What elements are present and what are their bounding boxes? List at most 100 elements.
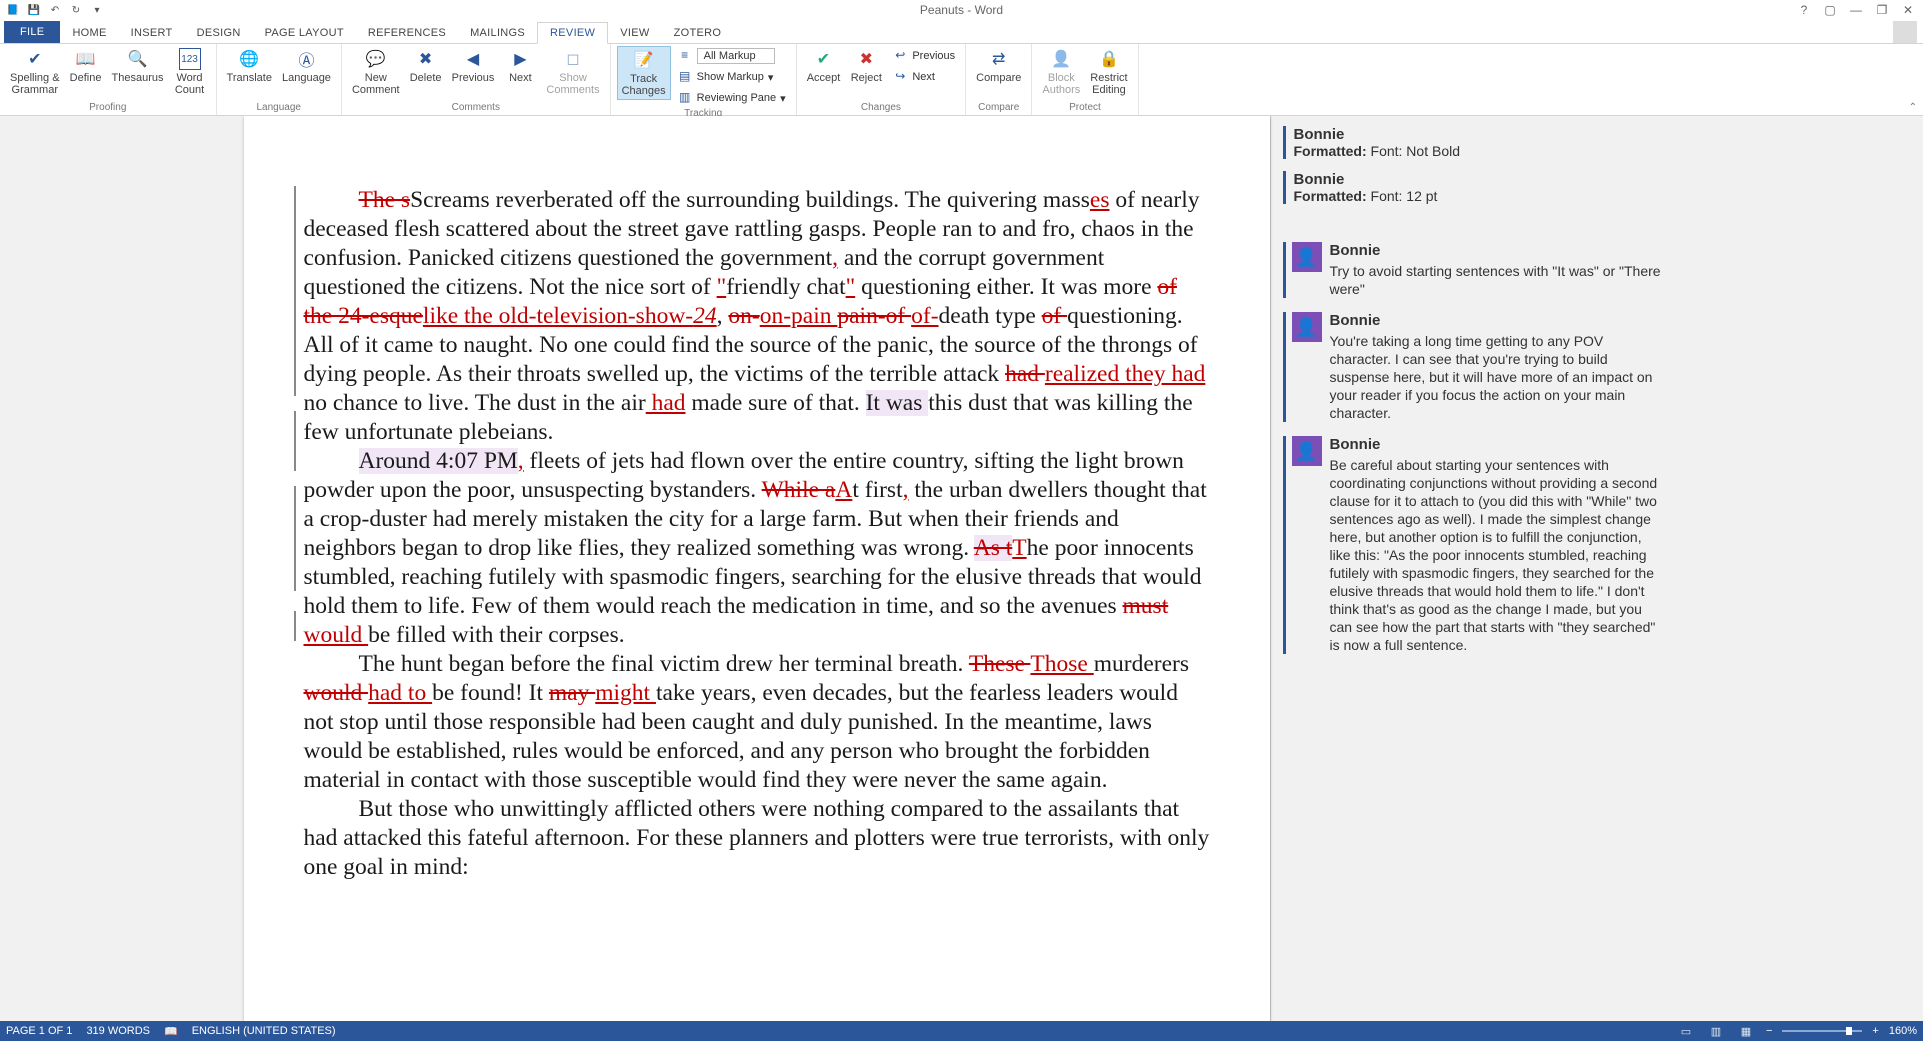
group-proofing: ✔ Spelling & Grammar 📖 Define 🔍 Thesauru… [0, 44, 217, 115]
zoom-in-button[interactable]: + [1872, 1025, 1878, 1037]
define-button[interactable]: 📖 Define [66, 46, 106, 86]
status-bar: PAGE 1 OF 1 319 WORDS 📖 ENGLISH (UNITED … [0, 1021, 1923, 1041]
next-change-button[interactable]: ↪Next [888, 67, 959, 87]
user-avatar[interactable] [1893, 21, 1917, 43]
ribbon-tabs: FILE HOME INSERT DESIGN PAGE LAYOUT REFE… [0, 20, 1923, 44]
format-change[interactable]: Bonnie Formatted: Font: 12 pt [1283, 171, 1664, 204]
tab-home[interactable]: HOME [60, 23, 118, 43]
tab-insert[interactable]: INSERT [119, 23, 185, 43]
lock-icon: 🔒 [1098, 48, 1120, 70]
group-language: 🌐 Translate Ⓐ Language Language [217, 44, 342, 115]
translate-icon: 🌐 [238, 48, 260, 70]
show-markup-button[interactable]: ▤Show Markup ▾ [673, 67, 790, 87]
previous-comment-button[interactable]: ◀ Previous [448, 46, 499, 86]
tab-view[interactable]: VIEW [608, 23, 661, 43]
delete-comment-button[interactable]: ✖ Delete [406, 46, 446, 86]
book-icon: 📖 [75, 48, 97, 70]
page-count[interactable]: PAGE 1 OF 1 [6, 1025, 72, 1037]
markup-select[interactable]: ≡All Markup [673, 46, 790, 66]
change-bar [294, 611, 296, 641]
tab-file[interactable]: FILE [4, 21, 60, 43]
avatar-icon: 👤 [1292, 312, 1322, 342]
tab-review[interactable]: REVIEW [537, 22, 608, 44]
group-changes: ✔ Accept ✖ Reject ↩Previous ↪Next Change… [797, 44, 966, 115]
next-icon: ▶ [509, 48, 531, 70]
web-layout-button[interactable]: ▦ [1736, 1023, 1756, 1039]
redo-button[interactable]: ↻ [67, 1, 85, 19]
reject-button[interactable]: ✖ Reject [846, 46, 886, 86]
prev-icon: ◀ [462, 48, 484, 70]
zoom-slider[interactable] [1782, 1030, 1862, 1032]
block-authors-button[interactable]: 👤 Block Authors [1038, 46, 1084, 98]
thesaurus-button[interactable]: 🔍 Thesaurus [108, 46, 168, 86]
word-count-button[interactable]: 123 Word Count [170, 46, 210, 98]
zoom-level[interactable]: 160% [1889, 1025, 1917, 1037]
close-button[interactable]: ✕ [1899, 1, 1917, 19]
tab-mailings[interactable]: MAILINGS [458, 23, 537, 43]
show-icon: ◻ [562, 48, 584, 70]
undo-button[interactable]: ↶ [46, 1, 64, 19]
next-change-icon: ↪ [892, 68, 908, 84]
new-comment-button[interactable]: 💬 New Comment [348, 46, 404, 98]
compare-icon: ⇄ [988, 48, 1010, 70]
ribbon-display-button[interactable]: ▢ [1821, 1, 1839, 19]
next-comment-button[interactable]: ▶ Next [500, 46, 540, 86]
check-icon: ✔ [24, 48, 46, 70]
pane-icon: ▥ [677, 89, 693, 105]
restore-button[interactable]: ❐ [1873, 1, 1891, 19]
tab-references[interactable]: REFERENCES [356, 23, 458, 43]
change-bar [294, 486, 296, 591]
markup-pane: Bonnie Formatted: Font: Not Bold Bonnie … [1270, 116, 1680, 1021]
change-bar [294, 186, 296, 396]
avatar-icon: 👤 [1292, 436, 1322, 466]
zoom-thumb[interactable] [1846, 1027, 1852, 1035]
prev-change-button[interactable]: ↩Previous [888, 46, 959, 66]
block-icon: 👤 [1050, 48, 1072, 70]
proof-icon[interactable]: 📖 [164, 1025, 178, 1038]
restrict-editing-button[interactable]: 🔒 Restrict Editing [1086, 46, 1131, 98]
group-protect: 👤 Block Authors 🔒 Restrict Editing Prote… [1032, 44, 1138, 115]
comment[interactable]: 👤 BonnieTry to avoid starting sentences … [1283, 242, 1664, 298]
document-page[interactable]: The sScreams reverberated off the surrou… [244, 116, 1270, 1021]
save-button[interactable]: 💾 [25, 1, 43, 19]
prev-change-icon: ↩ [892, 47, 908, 63]
language-button[interactable]: Ⓐ Language [278, 46, 335, 86]
markup-icon: ≡ [677, 47, 693, 63]
print-layout-button[interactable]: ▥ [1706, 1023, 1726, 1039]
search-icon: 🔍 [127, 48, 149, 70]
read-mode-button[interactable]: ▭ [1676, 1023, 1696, 1039]
window-title: Peanuts - Word [920, 3, 1003, 17]
word-count-status[interactable]: 319 WORDS [86, 1025, 150, 1037]
zoom-out-button[interactable]: − [1766, 1025, 1772, 1037]
showmarkup-icon: ▤ [677, 68, 693, 84]
document-body[interactable]: The sScreams reverberated off the surrou… [304, 186, 1210, 882]
comment[interactable]: 👤 BonnieYou're taking a long time gettin… [1283, 312, 1664, 422]
tab-design[interactable]: DESIGN [185, 23, 253, 43]
accept-icon: ✔ [813, 48, 835, 70]
compare-button[interactable]: ⇄ Compare [972, 46, 1025, 86]
count-icon: 123 [179, 48, 201, 70]
qat-customize[interactable]: ▾ [88, 1, 106, 19]
comment[interactable]: 👤 BonnieBe careful about starting your s… [1283, 436, 1664, 654]
group-comments: 💬 New Comment ✖ Delete ◀ Previous ▶ Next… [342, 44, 611, 115]
title-bar: 📘 💾 ↶ ↻ ▾ Peanuts - Word ? ▢ — ❐ ✕ [0, 0, 1923, 20]
tab-page-layout[interactable]: PAGE LAYOUT [253, 23, 356, 43]
spelling-grammar-button[interactable]: ✔ Spelling & Grammar [6, 46, 64, 98]
change-bar [294, 411, 296, 471]
show-comments-button[interactable]: ◻ Show Comments [542, 46, 603, 98]
help-button[interactable]: ? [1795, 1, 1813, 19]
reviewing-pane-button[interactable]: ▥Reviewing Pane ▾ [673, 88, 790, 108]
format-change[interactable]: Bonnie Formatted: Font: Not Bold [1283, 126, 1664, 159]
translate-button[interactable]: 🌐 Translate [223, 46, 276, 86]
reject-icon: ✖ [855, 48, 877, 70]
ribbon: ✔ Spelling & Grammar 📖 Define 🔍 Thesauru… [0, 44, 1923, 116]
language-status[interactable]: ENGLISH (UNITED STATES) [192, 1025, 336, 1037]
tab-zotero[interactable]: ZOTERO [662, 23, 734, 43]
minimize-button[interactable]: — [1847, 1, 1865, 19]
accept-button[interactable]: ✔ Accept [803, 46, 845, 86]
track-icon: 📝 [633, 49, 655, 71]
word-icon: 📘 [4, 1, 22, 19]
avatar-icon: 👤 [1292, 242, 1322, 272]
track-changes-button[interactable]: 📝 Track Changes [617, 46, 671, 100]
collapse-ribbon-button[interactable]: ⌃ [1909, 102, 1917, 113]
